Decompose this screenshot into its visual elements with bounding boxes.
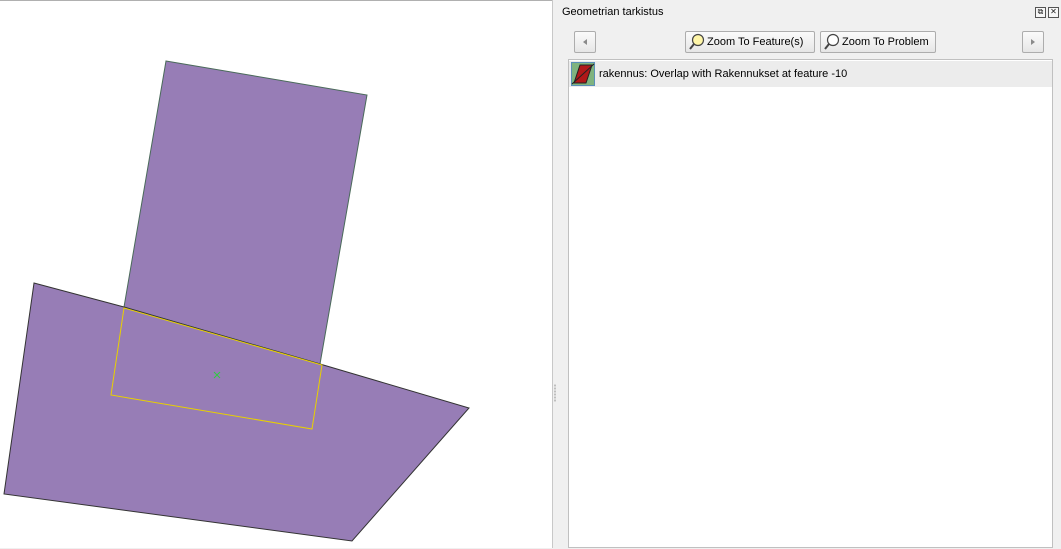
previous-error-button[interactable] [574,31,596,53]
overlap-error-icon [571,62,595,86]
check-results-list[interactable]: rakennus: Overlap with Rakennukset at fe… [568,59,1053,548]
zoom-to-problem-label: Zoom To Problem [842,36,929,48]
zoom-to-problem-button[interactable]: Zoom To Problem [820,31,936,53]
next-error-button[interactable] [1022,31,1044,53]
list-item[interactable]: rakennus: Overlap with Rakennukset at fe… [569,61,1052,87]
list-item-label: rakennus: Overlap with Rakennukset at fe… [599,68,848,80]
map-layers [3,60,470,542]
zoom-to-feature-button[interactable]: Zoom To Feature(s) [685,31,815,53]
zoom-magnifier-icon [823,33,841,51]
float-dock-button[interactable]: ⧉ [1035,7,1046,18]
close-dock-button[interactable]: ✕ [1048,7,1059,18]
geometry-check-dock: Geometrian tarkistus ⧉ ✕ Zoom To Feature… [556,0,1061,548]
arrow-right-icon [1031,39,1035,45]
dock-window-buttons: ⧉ ✕ [1035,7,1059,18]
arrow-left-icon [583,39,587,45]
map-canvas[interactable] [0,0,552,548]
zoom-magnifier-icon [688,33,706,51]
zoom-to-feature-label: Zoom To Feature(s) [707,36,804,48]
dock-title: Geometrian tarkistus [562,6,664,18]
